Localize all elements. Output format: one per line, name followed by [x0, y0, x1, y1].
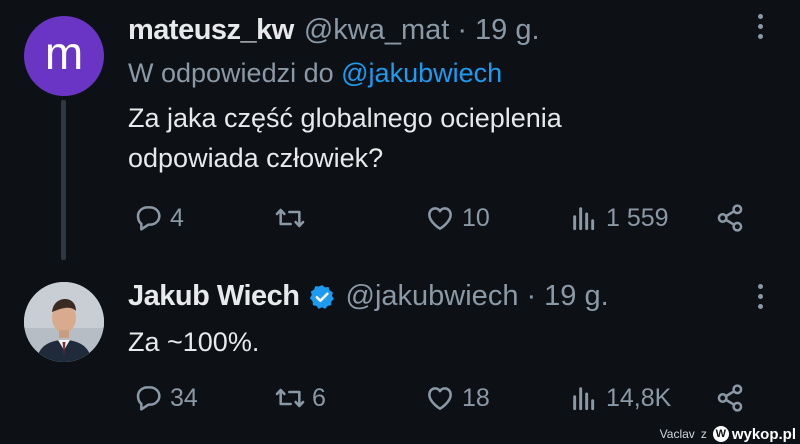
views-button[interactable]: 14,8K: [568, 378, 671, 418]
author-handle[interactable]: @jakubwiech: [346, 280, 519, 313]
retweet-icon: [275, 208, 305, 228]
tweet-header: Jakub Wiech @jakubwiech · 19 g.: [128, 280, 609, 313]
reply-icon: [136, 386, 161, 411]
reply-button[interactable]: 4: [132, 198, 184, 238]
reply-button[interactable]: 34: [132, 378, 198, 418]
views-icon: [573, 207, 595, 231]
share-icon: [717, 204, 743, 232]
reply-count: 4: [170, 203, 184, 232]
wykop-logo-icon: W: [712, 426, 729, 442]
reply-mention-link[interactable]: @jakubwiech: [341, 58, 502, 88]
more-icon[interactable]: [758, 14, 764, 39]
reply-count: 34: [170, 383, 198, 412]
like-count: 10: [462, 203, 490, 232]
thread-line: [61, 100, 66, 260]
like-icon: [428, 207, 452, 230]
tweet-text: Za ~100%.: [128, 327, 260, 357]
reply-icon: [136, 206, 161, 231]
views-count: 1 559: [606, 203, 669, 232]
tweet-header: mateusz_kw @kwa_mat · 19 g.: [128, 14, 540, 47]
timestamp[interactable]: 19 g.: [544, 280, 609, 313]
retweet-icon: [275, 388, 305, 408]
retweet-button[interactable]: [274, 198, 312, 238]
reply-prefix: W odpowiedzi do: [128, 58, 334, 88]
separator: ·: [526, 280, 537, 312]
avatar-photo[interactable]: [24, 282, 104, 362]
retweet-count: 6: [312, 383, 326, 412]
timestamp[interactable]: 19 g.: [475, 14, 540, 47]
views-button[interactable]: 1 559: [568, 198, 669, 238]
like-count: 18: [462, 383, 490, 412]
watermark-brand-text: wykop.pl: [731, 425, 796, 443]
share-button[interactable]: [714, 198, 746, 238]
separator: ·: [457, 14, 468, 46]
more-icon[interactable]: [758, 284, 764, 309]
author-handle[interactable]: @kwa_mat: [304, 14, 449, 47]
like-button[interactable]: 18: [424, 378, 490, 418]
watermark-user: Vaclav: [659, 427, 695, 441]
avatar-letter: m: [44, 27, 84, 79]
action-bar: 4 10 1 559: [128, 198, 768, 238]
like-button[interactable]: 10: [424, 198, 490, 238]
action-bar: 34 6 18 14,8K: [128, 378, 768, 418]
avatar[interactable]: m: [24, 16, 104, 96]
share-button[interactable]: [714, 378, 746, 418]
share-icon: [717, 384, 743, 412]
views-count: 14,8K: [606, 383, 672, 412]
person-photo-icon: [24, 282, 104, 362]
views-icon: [573, 387, 595, 411]
reply-context: W odpowiedzi do @jakubwiech: [128, 58, 502, 89]
author-name[interactable]: mateusz_kw: [128, 14, 294, 47]
like-icon: [428, 387, 452, 410]
author-name[interactable]: Jakub Wiech: [128, 280, 300, 313]
watermark-z: z: [700, 427, 707, 441]
retweet-button[interactable]: 6: [274, 378, 326, 418]
verified-icon: [309, 284, 334, 309]
watermark-brand[interactable]: W wykop.pl: [712, 425, 796, 443]
tweet-text: Za jaka część globalnego ocieplenia odpo…: [128, 103, 562, 173]
watermark: Vaclav z W wykop.pl: [660, 424, 796, 444]
